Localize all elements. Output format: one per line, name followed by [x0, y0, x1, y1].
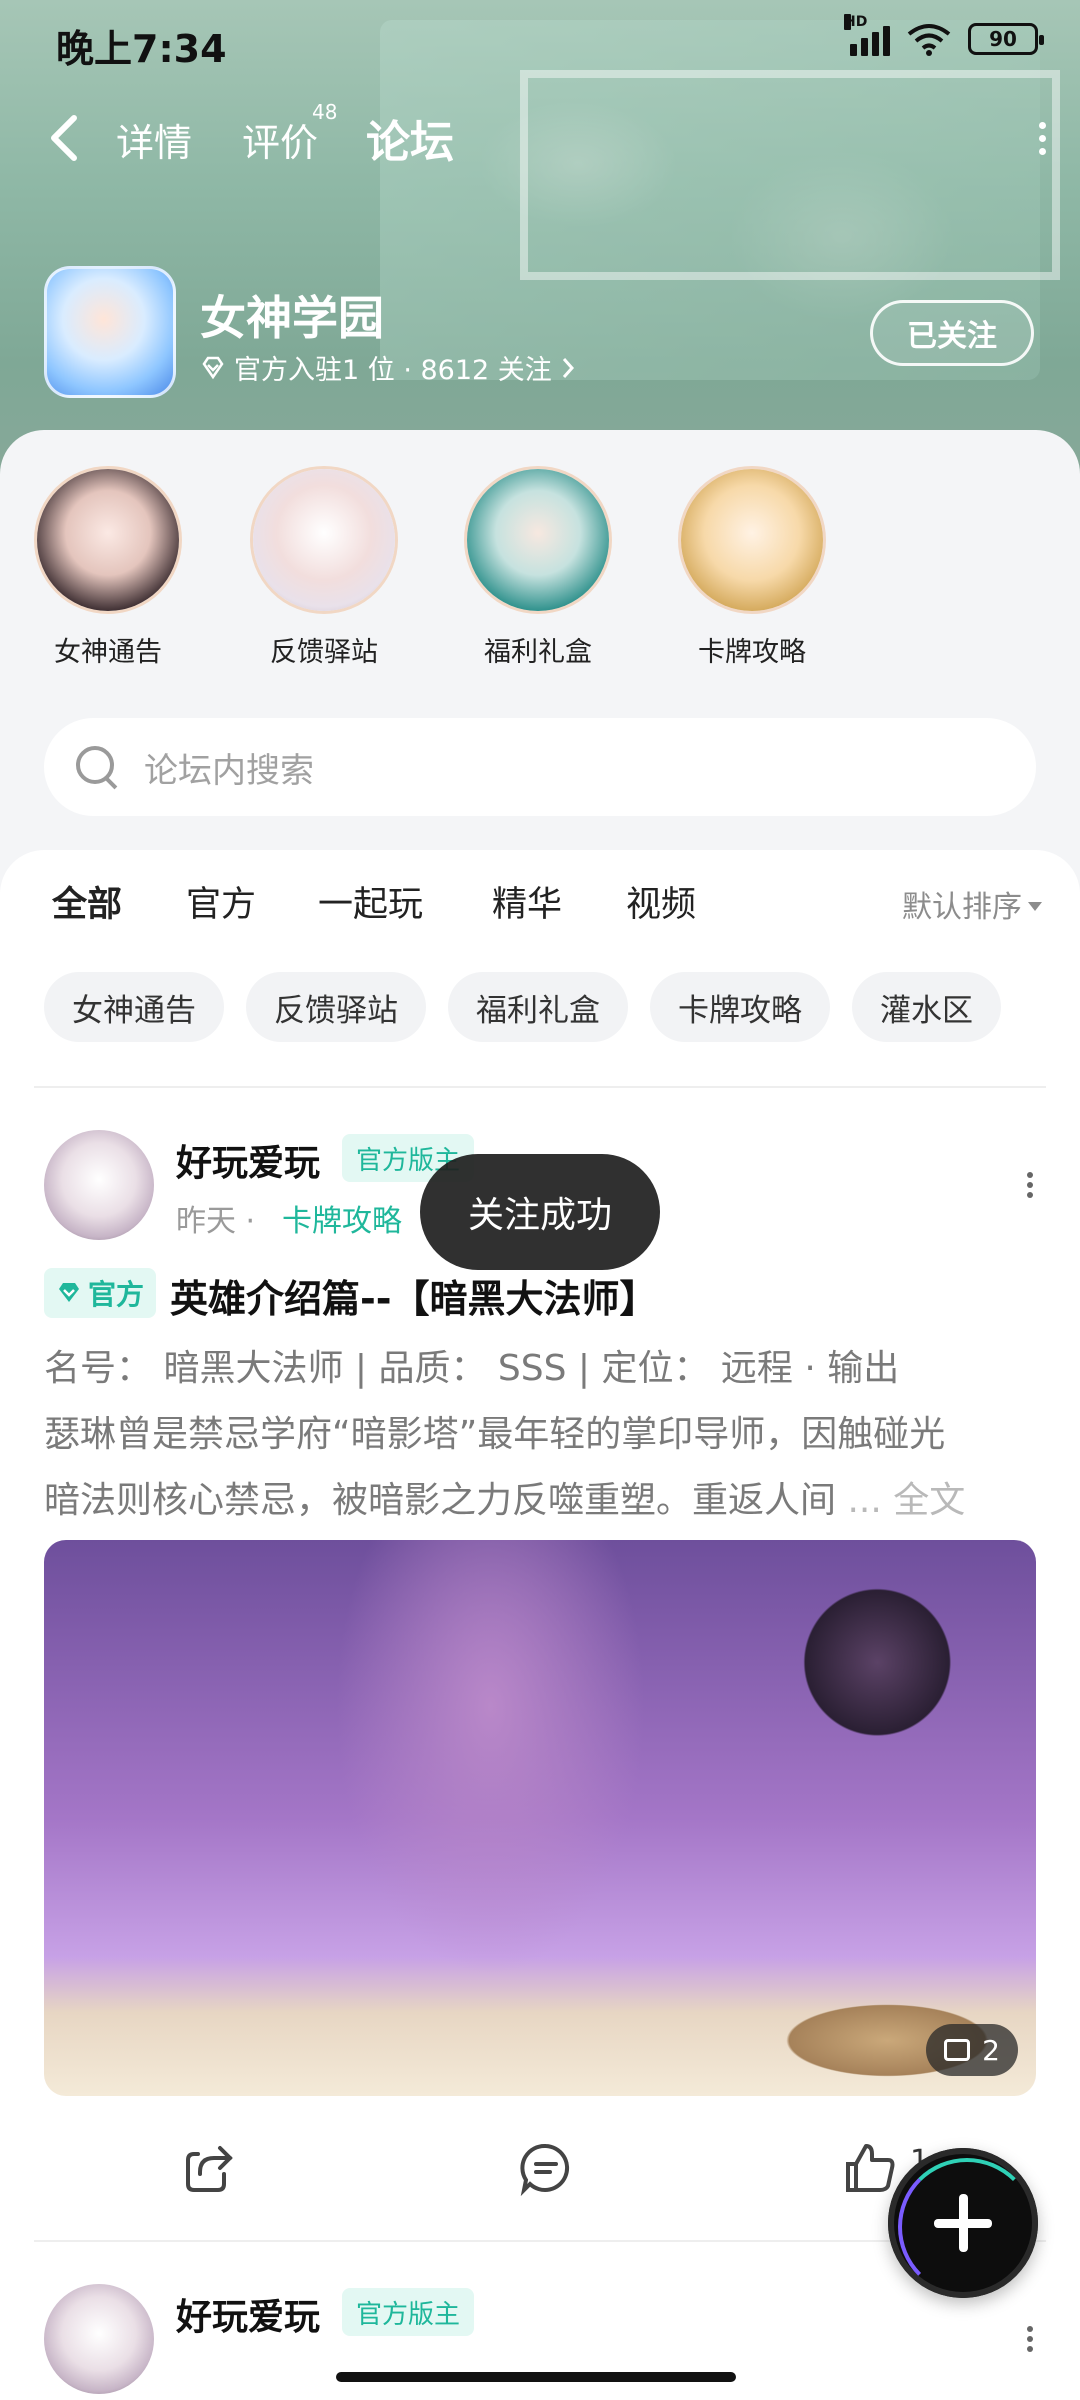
avatar-image: [37, 469, 179, 611]
quick-link-gifts[interactable]: 福利礼盒: [464, 466, 612, 669]
chip-gifts[interactable]: 福利礼盒: [448, 972, 628, 1042]
avatar-image: [467, 469, 609, 611]
search-placeholder: 论坛内搜索: [144, 750, 314, 791]
quick-link-label: 反馈驿站: [270, 637, 378, 668]
quick-link-guides[interactable]: 卡牌攻略: [678, 466, 826, 669]
diamond-icon: [59, 1283, 79, 1302]
more-menu-icon[interactable]: [1032, 116, 1052, 166]
home-indicator[interactable]: [336, 2372, 736, 2382]
search-icon: [72, 742, 122, 792]
share-icon[interactable]: [180, 2138, 240, 2198]
follow-button[interactable]: 已关注: [870, 300, 1034, 366]
quick-link-label: 女神通告: [54, 637, 162, 668]
avatar-image: [253, 469, 395, 611]
post-body[interactable]: 名号： 暗黑大法师 | 品质： SSS | 定位： 远程 · 输出 瑟琳曾是禁忌…: [44, 1336, 1036, 1534]
feed-tab-featured[interactable]: 精华: [492, 876, 562, 927]
quick-link-label: 卡牌攻略: [698, 637, 806, 668]
author-name[interactable]: 好玩爱玩: [176, 2288, 320, 2340]
feed-tab-official[interactable]: 官方: [186, 876, 256, 927]
chevron-right-icon: [562, 357, 574, 378]
create-post-button[interactable]: [888, 2148, 1038, 2298]
chip-notice[interactable]: 女神通告: [44, 972, 224, 1042]
feed-tabs: 全部 官方 一起玩 精华 视频 默认排序: [0, 876, 1080, 946]
status-bar: 晚上7:34 HD 90: [0, 0, 1080, 80]
game-meta-text: 官方入驻1 位 · 8612 关注: [234, 355, 552, 386]
reviews-count-badge: 48: [312, 100, 338, 124]
moderator-badge: 官方版主: [342, 2288, 475, 2336]
post-more-icon[interactable]: [1020, 2322, 1040, 2362]
chip-feedback[interactable]: 反馈驿站: [246, 972, 426, 1042]
author-avatar[interactable]: [44, 2284, 154, 2394]
top-nav: 详情 评价 48 论坛: [0, 100, 1080, 180]
official-tag-label: 官方: [88, 1278, 145, 1311]
author-avatar[interactable]: [44, 1130, 154, 1240]
chip-chat[interactable]: 灌水区: [852, 972, 1001, 1042]
game-name: 女神学园: [200, 291, 384, 345]
status-time: 晚上7:34: [56, 27, 227, 71]
author-name[interactable]: 好玩爱玩: [176, 1134, 320, 1186]
search-input[interactable]: 论坛内搜索: [44, 718, 1036, 816]
game-meta[interactable]: 官方入驻1 位 · 8612 关注: [200, 348, 576, 387]
caret-down-icon: [1028, 901, 1042, 911]
avatar-image: [681, 469, 823, 611]
tab-details[interactable]: 详情: [116, 112, 192, 167]
image-count: 2: [982, 2033, 1000, 2067]
wifi-icon: [907, 24, 951, 56]
quick-link-label: 福利礼盒: [484, 637, 592, 668]
post-body-line: 瑟琳曾是禁忌学府“暗影塔”最年轻的掌印导师，因触碰光: [44, 1414, 946, 1455]
battery-icon: 90: [968, 23, 1044, 55]
diamond-icon: [202, 356, 224, 379]
feed-tab-play-together[interactable]: 一起玩: [318, 876, 423, 927]
read-more-link[interactable]: 全文: [893, 1480, 965, 1521]
sort-dropdown[interactable]: 默认排序: [902, 882, 1042, 926]
comment-icon[interactable]: [516, 2138, 576, 2198]
post-time: 昨天 ·: [176, 1204, 256, 1239]
post-body-line: 名号： 暗黑大法师 | 品质： SSS | 定位： 远程 · 输出: [44, 1348, 900, 1389]
sort-label: 默认排序: [902, 890, 1022, 925]
category-chips: 女神通告 反馈驿站 福利礼盒 卡牌攻略 灌水区: [44, 972, 1001, 1042]
feed-tab-video[interactable]: 视频: [626, 876, 696, 927]
post-more-icon[interactable]: [1020, 1168, 1040, 1208]
network-type: HD: [844, 14, 868, 30]
like-icon[interactable]: [840, 2138, 900, 2198]
tab-forum[interactable]: 论坛: [366, 106, 454, 172]
feed-tab-all[interactable]: 全部: [52, 876, 122, 933]
plus-icon: [959, 2194, 968, 2252]
image-count-badge: 2: [926, 2024, 1018, 2076]
quick-link-feedback[interactable]: 反馈驿站: [250, 466, 398, 669]
official-tag: 官方: [44, 1268, 157, 1318]
back-icon[interactable]: [40, 108, 92, 168]
divider: [34, 1086, 1046, 1088]
post-image[interactable]: 2: [44, 1540, 1036, 2096]
image-icon: [944, 2039, 971, 2061]
status-icons: HD 90: [844, 14, 1044, 56]
chip-guides[interactable]: 卡牌攻略: [650, 972, 830, 1042]
post-title[interactable]: 英雄介绍篇--【暗黑大法师】: [170, 1268, 658, 1323]
quick-link-notice[interactable]: 女神通告: [34, 466, 182, 669]
signal-icon: HD: [844, 14, 890, 56]
post-body-line-last: 暗法则核心禁忌，被暗影之力反噬重塑。重返人间 ... 全文: [44, 1480, 966, 1521]
battery-level: 90: [989, 27, 1017, 51]
post-category[interactable]: 卡牌攻略: [282, 1196, 402, 1240]
game-icon[interactable]: [44, 266, 176, 398]
toast-message: 关注成功: [420, 1154, 660, 1270]
tab-reviews[interactable]: 评价: [242, 112, 318, 167]
